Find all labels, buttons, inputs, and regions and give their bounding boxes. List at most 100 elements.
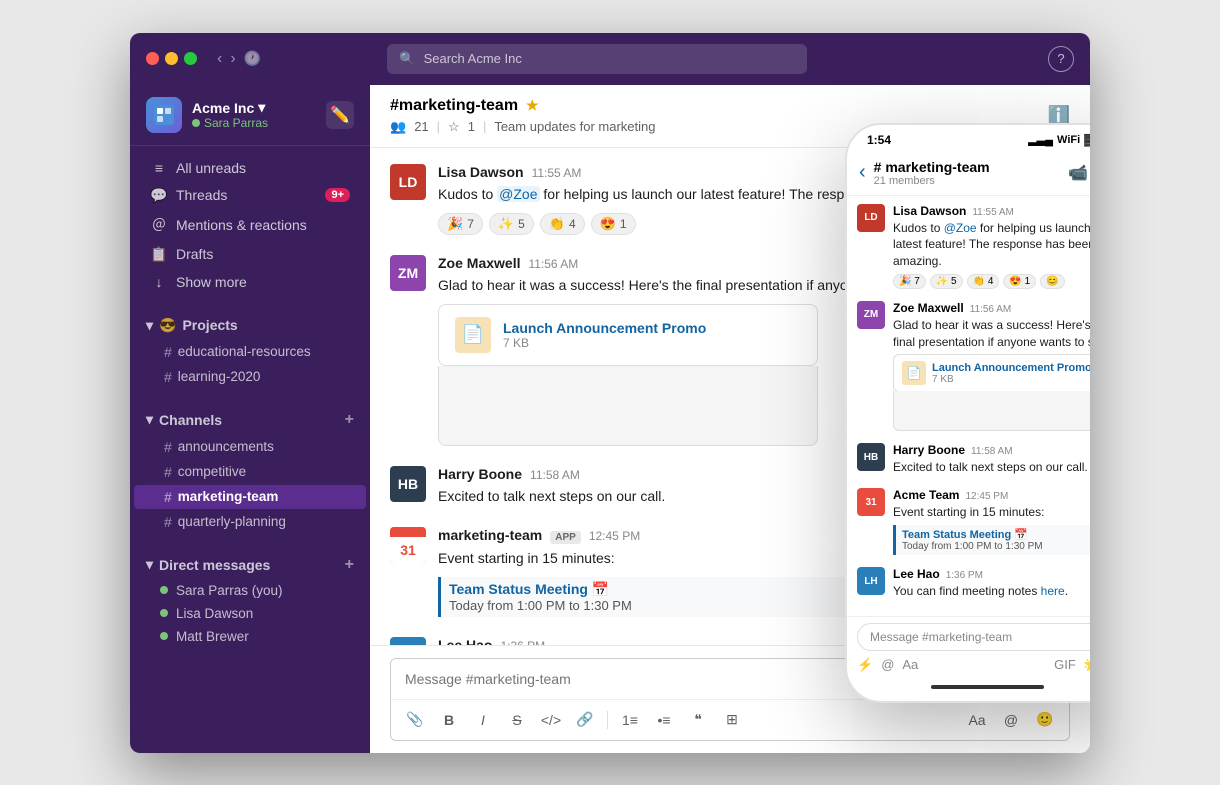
file-card-header[interactable]: 📄 Launch Announcement Promo 7 KB — [438, 304, 818, 366]
link-button[interactable]: 🔗 — [571, 706, 599, 734]
close-button[interactable] — [146, 52, 159, 65]
hash-icon: # — [164, 514, 172, 530]
phone-link[interactable]: here — [1041, 584, 1065, 598]
add-dm-button[interactable]: + — [345, 556, 354, 574]
channels-header[interactable]: ▾ Channels + — [130, 406, 370, 434]
italic-button[interactable]: I — [469, 706, 497, 734]
phone-lightning-icon[interactable]: ⚡ — [857, 657, 873, 673]
sidebar-item-drafts[interactable]: 📋 Drafts — [134, 241, 366, 268]
code-button[interactable]: </> — [537, 706, 565, 734]
phone-message-row: ZM Zoe Maxwell 11:56 AM Glad to hear it … — [857, 301, 1090, 432]
channel-item-educational[interactable]: # educational-resources — [134, 340, 366, 364]
back-button[interactable]: ‹ — [859, 161, 866, 184]
channel-item-learning[interactable]: # learning-2020 — [134, 365, 366, 389]
forward-button[interactable]: › — [230, 50, 235, 68]
phone-gif-icon[interactable]: GIF — [1054, 657, 1076, 673]
dm-section: ▾ Direct messages + Sara Parras (you) Li… — [130, 543, 370, 656]
phone-reaction[interactable]: 😍 1 — [1003, 274, 1036, 289]
quote-button[interactable]: ❝ — [684, 706, 712, 734]
text-format-button[interactable]: Aa — [963, 706, 991, 734]
file-preview — [438, 366, 818, 446]
dm-header[interactable]: ▾ Direct messages + — [130, 551, 370, 579]
attachment-button[interactable]: 📎 — [401, 706, 429, 734]
avatar: 31 — [390, 527, 426, 563]
phone-header-actions: 📹 ℹ️ — [1068, 163, 1090, 183]
reaction[interactable]: ✨5 — [489, 213, 534, 235]
phone-sticker-icon[interactable]: 🌟 — [1084, 657, 1090, 673]
message-time: 11:58 AM — [530, 468, 580, 482]
reaction[interactable]: 👏4 — [540, 213, 585, 235]
sidebar-item-mentions[interactable]: ＠ Mentions & reactions — [134, 210, 366, 240]
channel-label: competitive — [178, 464, 246, 479]
wifi-icon: WiFi — [1057, 134, 1080, 146]
channel-item-quarterly[interactable]: # quarterly-planning — [134, 510, 366, 534]
threads-badge: 9+ — [325, 188, 350, 202]
history-button[interactable]: 🕐 — [244, 50, 261, 68]
phone-msg-content: Lee Hao 1:36 PM You can find meeting not… — [893, 567, 1090, 600]
dm-item-matt[interactable]: Matt Brewer — [130, 625, 370, 648]
phone-file: 📄 Launch Announcement Promo 7 KB — [893, 354, 1090, 392]
star-count-icon: ☆ — [448, 119, 460, 135]
dm-item-sara[interactable]: Sara Parras (you) — [130, 579, 370, 602]
sidebar-item-threads[interactable]: 💬 Threads 9+ — [134, 182, 366, 209]
message-time: 11:56 AM — [528, 257, 578, 271]
channel-label: announcements — [178, 439, 274, 454]
maximize-button[interactable] — [184, 52, 197, 65]
strikethrough-button[interactable]: S — [503, 706, 531, 734]
phone-overlay: 1:54 ▂▃▄ WiFi ▓▓░ ‹ # marketing-team 21 … — [845, 123, 1090, 703]
phone-reaction[interactable]: 👏 4 — [967, 274, 1000, 289]
phone-reaction[interactable]: ✨ 5 — [930, 274, 963, 289]
help-button[interactable]: ? — [1048, 46, 1074, 72]
video-icon[interactable]: 📹 — [1068, 163, 1088, 183]
message-author: Harry Boone — [438, 466, 522, 482]
add-channel-button[interactable]: + — [345, 411, 354, 429]
minimize-button[interactable] — [165, 52, 178, 65]
projects-section: ▾ 😎 Projects # educational-resources # l… — [130, 304, 370, 398]
avatar: LD — [390, 164, 426, 200]
sidebar-label: Threads — [176, 187, 227, 203]
phone-file-preview — [893, 391, 1090, 431]
chevron-icon: ▾ — [146, 317, 153, 334]
sidebar-item-all-unreads[interactable]: ≡ All unreads — [134, 155, 366, 181]
back-button[interactable]: ‹ — [217, 50, 222, 68]
phone-reaction[interactable]: 🎉 7 — [893, 274, 926, 289]
channel-label: marketing-team — [178, 489, 279, 504]
phone-channel-info: # marketing-team 21 members — [874, 159, 1060, 187]
sidebar-label: All unreads — [176, 160, 246, 176]
online-dot — [160, 632, 168, 640]
phone-input-box[interactable]: Message #marketing-team — [857, 623, 1090, 651]
phone-reaction[interactable]: 😊 — [1040, 274, 1064, 289]
workspace-name[interactable]: Acme Inc ▾ — [192, 99, 268, 116]
dm-item-lisa[interactable]: Lisa Dawson — [130, 602, 370, 625]
sidebar-item-show-more[interactable]: ↓ Show more — [134, 269, 366, 295]
channel-item-marketing[interactable]: # marketing-team — [134, 485, 366, 509]
search-bar[interactable]: 🔍 Search Acme Inc — [387, 44, 807, 74]
phone-event-title: Team Status Meeting 📅 — [902, 528, 1090, 541]
numbered-list-button[interactable]: 1≡ — [616, 706, 644, 734]
message-toolbar: 📎 B I S </> 🔗 1≡ •≡ ❝ ⊞ Aa @ — [391, 699, 1069, 740]
phone-mention-icon[interactable]: @ — [881, 657, 894, 672]
more-options-button[interactable]: ⊞ — [718, 706, 746, 734]
phone-msg-content: Zoe Maxwell 11:56 AM Glad to hear it was… — [893, 301, 1090, 432]
battery-icon: ▓▓░ — [1084, 134, 1090, 146]
workspace-info: Acme Inc ▾ Sara Parras — [146, 97, 268, 133]
bold-button[interactable]: B — [435, 706, 463, 734]
phone-message-row: LH Lee Hao 1:36 PM You can find meeting … — [857, 567, 1090, 600]
bullet-list-button[interactable]: •≡ — [650, 706, 678, 734]
projects-header[interactable]: ▾ 😎 Projects — [130, 312, 370, 339]
star-icon: ★ — [526, 97, 539, 114]
channel-item-competitive[interactable]: # competitive — [134, 460, 366, 484]
phone-msg-header: Zoe Maxwell 11:56 AM — [893, 301, 1090, 315]
reaction[interactable]: 😍1 — [591, 213, 636, 235]
phone-event: Team Status Meeting 📅 Today from 1:00 PM… — [893, 525, 1090, 555]
phone-message-row: 31 Acme Team 12:45 PM Event starting in … — [857, 488, 1090, 555]
channel-item-announcements[interactable]: # announcements — [134, 435, 366, 459]
phone-text-icon[interactable]: Aa — [902, 657, 918, 672]
projects-label: Projects — [182, 317, 237, 333]
reaction[interactable]: 🎉7 — [438, 213, 483, 235]
phone-msg-content: Acme Team 12:45 PM Event starting in 15 … — [893, 488, 1090, 555]
people-icon: 👥 — [390, 119, 406, 135]
mention-button[interactable]: @ — [997, 706, 1025, 734]
emoji-button[interactable]: 🙂 — [1031, 706, 1059, 734]
compose-button[interactable]: ✏️ — [326, 101, 354, 129]
